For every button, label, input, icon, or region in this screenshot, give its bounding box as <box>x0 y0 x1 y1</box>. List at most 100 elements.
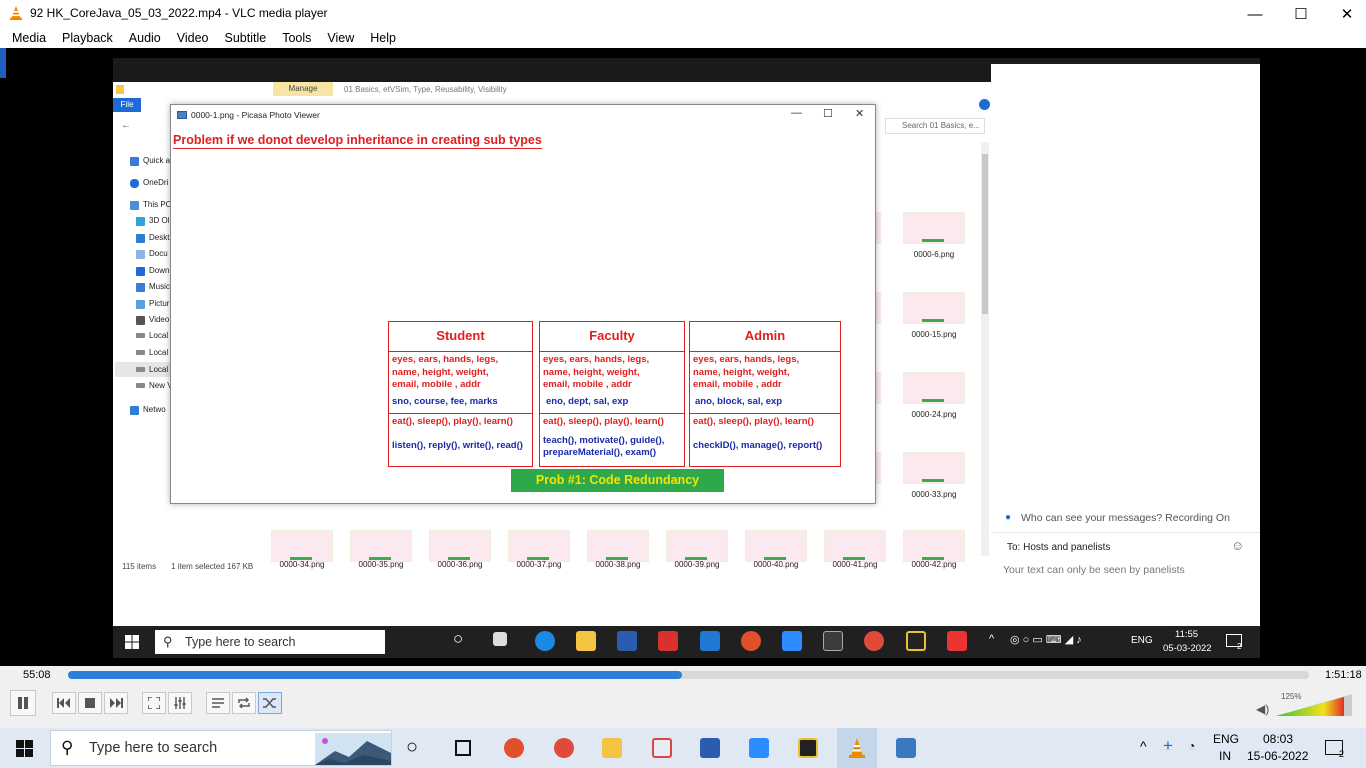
chrome-icon[interactable] <box>864 631 884 651</box>
nav-item[interactable]: 3D Ol <box>149 216 169 225</box>
inner-search-box[interactable]: ⚲ Type here to search <box>155 630 385 654</box>
shuffle-button[interactable] <box>258 692 282 714</box>
minimize-button[interactable]: — <box>1232 0 1278 28</box>
help-icon[interactable] <box>979 99 990 110</box>
menu-subtitle[interactable]: Subtitle <box>217 28 275 48</box>
sticky-notes-icon[interactable] <box>906 631 926 651</box>
stop-button[interactable] <box>78 692 102 714</box>
menu-view[interactable]: View <box>319 28 362 48</box>
menu-video[interactable]: Video <box>169 28 217 48</box>
thumbnail[interactable] <box>666 530 728 562</box>
menu-media[interactable]: Media <box>4 28 54 48</box>
record-icon[interactable] <box>504 738 524 758</box>
thumbnail[interactable] <box>587 530 649 562</box>
cortana-icon[interactable]: ○ <box>453 629 463 649</box>
extended-settings-button[interactable] <box>168 692 192 714</box>
thumbnail[interactable] <box>903 372 965 404</box>
picasa-close-button[interactable]: ✕ <box>855 107 864 120</box>
close-button[interactable]: ✕ <box>1324 0 1366 28</box>
nav-item[interactable]: Down <box>149 266 169 275</box>
photos-icon[interactable] <box>896 738 916 758</box>
nav-item[interactable]: Netwo <box>143 405 166 414</box>
thumbnail[interactable] <box>903 452 965 484</box>
fullscreen-button[interactable] <box>142 692 166 714</box>
vlc-cone-icon[interactable] <box>847 737 867 759</box>
back-arrow-icon[interactable]: ← <box>121 120 131 131</box>
thumbnail[interactable] <box>824 530 886 562</box>
explorer-scrollbar[interactable] <box>981 142 989 556</box>
explorer-search-input[interactable]: Search 01 Basics, e... <box>885 118 985 134</box>
tray-chevron-icon[interactable]: ^ <box>989 633 994 645</box>
nav-item[interactable]: OneDri <box>143 178 168 187</box>
thumbnail[interactable] <box>350 530 412 562</box>
menu-playback[interactable]: Playback <box>54 28 121 48</box>
thumbnail[interactable] <box>903 292 965 324</box>
nav-item[interactable]: Local <box>149 331 168 340</box>
taskbar-lang-1[interactable]: ENG <box>1213 732 1239 746</box>
folder-icon[interactable] <box>602 738 622 758</box>
next-button[interactable] <box>104 692 128 714</box>
inner-notification-count: 2 <box>1237 642 1242 651</box>
volume-speaker-icon[interactable]: ◀) <box>1256 702 1269 716</box>
loop-button[interactable] <box>232 692 256 714</box>
chrome-icon[interactable] <box>554 738 574 758</box>
windows-start-icon[interactable] <box>125 635 139 649</box>
task-view-icon[interactable] <box>493 632 507 646</box>
picasa-minimize-button[interactable]: — <box>791 107 802 119</box>
nav-item[interactable]: Music <box>149 282 170 291</box>
snip-icon[interactable] <box>652 738 672 758</box>
recorder-app-icon[interactable] <box>947 631 967 651</box>
nav-item[interactable]: Local <box>149 365 168 374</box>
task-view-icon[interactable] <box>455 740 471 756</box>
nav-item[interactable]: Video <box>149 315 169 324</box>
sticky-notes-icon[interactable] <box>798 738 818 758</box>
zoom-icon[interactable] <box>749 738 769 758</box>
nav-item[interactable]: This PC <box>143 200 171 209</box>
inner-lang[interactable]: ENG <box>1131 635 1153 646</box>
thumbnail[interactable] <box>903 530 965 562</box>
store-icon[interactable] <box>617 631 637 651</box>
class-name: Student <box>389 322 532 352</box>
nav-item[interactable]: Docu <box>149 249 168 258</box>
snip-icon[interactable] <box>823 631 843 651</box>
emoji-icon[interactable]: ☺ <box>1231 538 1244 553</box>
thumbnail[interactable] <box>903 212 965 244</box>
maximize-button[interactable]: ☐ <box>1278 0 1324 28</box>
volume-slider[interactable] <box>1276 692 1352 718</box>
wifi-icon[interactable]: ◔ <box>1188 739 1195 753</box>
chat-message-input[interactable]: Your text can only be seen by panelists <box>1003 564 1185 576</box>
tray-chevron-icon[interactable]: ^ <box>1140 738 1147 754</box>
record-icon[interactable] <box>741 631 761 651</box>
menu-help[interactable]: Help <box>362 28 404 48</box>
folder-icon[interactable] <box>576 631 596 651</box>
menu-tools[interactable]: Tools <box>274 28 319 48</box>
seek-progress[interactable] <box>68 671 682 679</box>
chat-recipient-selector[interactable]: To: Hosts and panelists <box>1007 542 1110 553</box>
nav-item[interactable]: Pictur <box>149 299 169 308</box>
previous-button[interactable] <box>52 692 76 714</box>
thumbnail[interactable] <box>508 530 570 562</box>
picasa-maximize-button[interactable]: ☐ <box>823 107 833 120</box>
nav-item[interactable]: Local <box>149 348 168 357</box>
windows-start-icon[interactable] <box>16 740 33 757</box>
mail-icon[interactable] <box>700 631 720 651</box>
playlist-button[interactable] <box>206 692 230 714</box>
nav-item[interactable]: Quick a <box>143 156 170 165</box>
nav-item[interactable]: Deskt <box>149 233 169 242</box>
gift-icon[interactable] <box>658 631 678 651</box>
scrollbar-thumb[interactable] <box>982 154 988 314</box>
zoom-icon[interactable] <box>782 631 802 651</box>
cortana-icon[interactable]: ○ <box>406 736 418 759</box>
tray-add-icon[interactable]: + <box>1163 736 1173 756</box>
taskbar-lang-2[interactable]: IN <box>1219 749 1231 763</box>
menu-audio[interactable]: Audio <box>121 28 169 48</box>
store-icon[interactable] <box>700 738 720 758</box>
thumbnail[interactable] <box>429 530 491 562</box>
thumbnail[interactable] <box>745 530 807 562</box>
taskbar-search-box[interactable]: ⚲ Type here to search <box>50 730 392 766</box>
ribbon-manage-tab[interactable]: Manage <box>273 82 333 96</box>
edge-browser-icon[interactable] <box>535 631 555 651</box>
thumbnail[interactable] <box>271 530 333 562</box>
ribbon-file-tab[interactable]: File <box>113 98 141 112</box>
pause-button[interactable] <box>10 690 36 716</box>
